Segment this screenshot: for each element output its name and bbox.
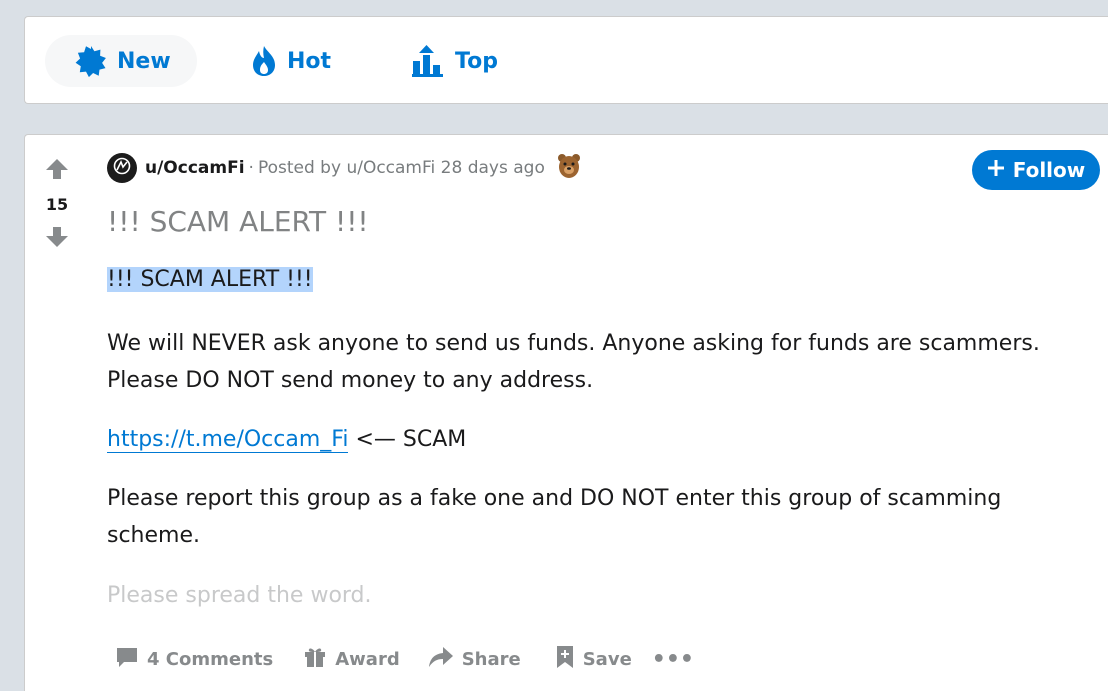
- body-highlighted-heading: !!! SCAM ALERT !!!: [107, 267, 313, 292]
- bookmark-icon: [555, 645, 575, 674]
- sort-hot-label: Hot: [287, 48, 332, 74]
- posted-by-prefix: Posted by: [257, 158, 342, 178]
- post-card: 15 u/OccamFi · Posted by u/OccamFi 28 da…: [24, 134, 1108, 691]
- flame-icon: [251, 45, 277, 77]
- gift-icon: [303, 645, 327, 674]
- scam-link-suffix: <— SCAM: [348, 427, 467, 452]
- sort-top-label: Top: [455, 48, 498, 74]
- upvote-button[interactable]: [45, 157, 69, 185]
- post-meta: u/OccamFi · Posted by u/OccamFi 28 days …: [107, 153, 581, 183]
- save-button[interactable]: Save: [547, 641, 640, 677]
- comment-icon: [115, 646, 139, 673]
- more-dots-icon: •••: [651, 646, 694, 672]
- body-paragraph-warning: We will NEVER ask anyone to send us fund…: [107, 331, 1040, 393]
- bar-chart-up-icon: [411, 45, 445, 77]
- sort-hot-button[interactable]: Hot: [221, 35, 357, 87]
- comments-label: 4 Comments: [147, 648, 274, 670]
- share-arrow-icon: [428, 646, 454, 673]
- arrow-up-icon: [45, 159, 69, 185]
- body-paragraph-link: https://t.me/Occam_Fi <— SCAM: [107, 421, 466, 458]
- occam-logo-icon: [113, 157, 131, 180]
- sort-new-label: New: [117, 48, 171, 74]
- sort-top-button[interactable]: Top: [381, 35, 524, 87]
- body-paragraph-spread: Please spread the word.: [107, 583, 372, 608]
- author-link[interactable]: u/OccamFi: [145, 158, 245, 178]
- vote-score: 15: [45, 195, 69, 214]
- post-title[interactable]: !!! SCAM ALERT !!!: [107, 205, 369, 238]
- post-age: 28 days ago: [440, 158, 545, 178]
- save-label: Save: [582, 648, 632, 670]
- downvote-button[interactable]: [45, 225, 69, 253]
- comments-button[interactable]: 4 Comments: [107, 641, 281, 677]
- award-button[interactable]: Award: [295, 641, 407, 677]
- arrow-down-icon: [45, 227, 69, 253]
- avatar[interactable]: [107, 153, 137, 183]
- burst-icon: [75, 45, 107, 77]
- posted-by-user-link[interactable]: u/OccamFi: [346, 158, 435, 178]
- scam-link[interactable]: https://t.me/Occam_Fi: [107, 427, 349, 453]
- meta-separator: ·: [248, 158, 254, 178]
- award-label: Award: [335, 648, 400, 670]
- more-options-button[interactable]: •••: [644, 641, 702, 677]
- follow-label: Follow: [1012, 158, 1086, 182]
- share-button[interactable]: Share: [420, 641, 529, 677]
- body-paragraph-report: Please report this group as a fake one a…: [107, 486, 1002, 548]
- follow-button[interactable]: Follow: [972, 150, 1100, 190]
- share-label: Share: [461, 648, 521, 670]
- sort-new-button[interactable]: New: [45, 35, 197, 87]
- sort-bar: New Hot Top: [24, 16, 1108, 104]
- bear-award-icon: [557, 153, 581, 184]
- post-actions: 4 Comments Award Share Save •••: [107, 641, 702, 677]
- plus-icon: [987, 158, 1005, 182]
